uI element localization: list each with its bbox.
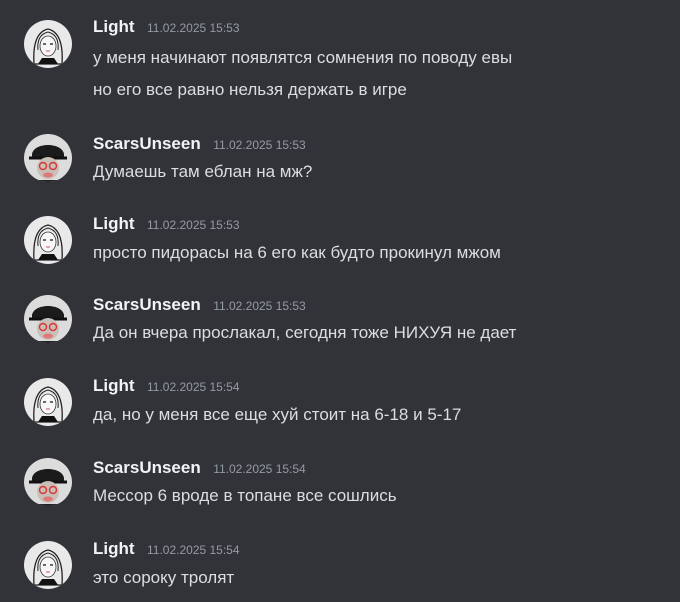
message-text: да, но у меня все еще хуй стоит на 6-18 … bbox=[93, 405, 462, 424]
timestamp: 11.02.2025 15:54 bbox=[147, 380, 240, 394]
light-avatar-icon bbox=[24, 378, 72, 426]
scarsunseen-avatar-icon bbox=[24, 295, 72, 343]
message-header: Light 11.02.2025 15:53 bbox=[93, 17, 240, 39]
username[interactable]: Light bbox=[93, 17, 135, 36]
username[interactable]: ScarsUnseen bbox=[93, 458, 201, 477]
username[interactable]: ScarsUnseen bbox=[93, 295, 201, 314]
message-text: это сороку тролят bbox=[93, 568, 235, 587]
scarsunseen-avatar-icon bbox=[24, 458, 72, 506]
message-header: ScarsUnseen 11.02.2025 15:54 bbox=[93, 458, 306, 480]
message-text: просто пидорасы на 6 его как будто проки… bbox=[93, 243, 501, 262]
message-header: Light 11.02.2025 15:53 bbox=[93, 214, 240, 236]
timestamp: 11.02.2025 15:54 bbox=[213, 462, 306, 476]
avatar[interactable] bbox=[24, 216, 72, 264]
message-text: но его все равно нельзя держать в игре bbox=[93, 80, 407, 99]
message-text: Да он вчера прослакал, сегодня тоже НИХУ… bbox=[93, 323, 517, 342]
light-avatar-icon bbox=[24, 20, 72, 68]
timestamp: 11.02.2025 15:54 bbox=[147, 543, 240, 557]
light-avatar-icon bbox=[24, 541, 72, 589]
avatar[interactable] bbox=[24, 295, 72, 343]
message-header: ScarsUnseen 11.02.2025 15:53 bbox=[93, 295, 306, 317]
avatar[interactable] bbox=[24, 458, 72, 506]
message-text: у меня начинают появлятся сомнения по по… bbox=[93, 48, 513, 67]
username[interactable]: ScarsUnseen bbox=[93, 134, 201, 153]
scarsunseen-avatar-icon bbox=[24, 134, 72, 182]
avatar[interactable] bbox=[24, 134, 72, 182]
avatar[interactable] bbox=[24, 378, 72, 426]
username[interactable]: Light bbox=[93, 214, 135, 233]
message-header: Light 11.02.2025 15:54 bbox=[93, 376, 240, 398]
timestamp: 11.02.2025 15:53 bbox=[147, 21, 240, 35]
timestamp: 11.02.2025 15:53 bbox=[213, 138, 306, 152]
light-avatar-icon bbox=[24, 216, 72, 264]
message-text: Думаешь там еблан на мж? bbox=[93, 162, 313, 181]
message-header: Light 11.02.2025 15:54 bbox=[93, 539, 240, 561]
timestamp: 11.02.2025 15:53 bbox=[213, 299, 306, 313]
avatar[interactable] bbox=[24, 541, 72, 589]
avatar[interactable] bbox=[24, 20, 72, 68]
username[interactable]: Light bbox=[93, 539, 135, 558]
message-header: ScarsUnseen 11.02.2025 15:53 bbox=[93, 134, 306, 156]
username[interactable]: Light bbox=[93, 376, 135, 395]
chat-messages: Light 11.02.2025 15:53 у меня начинают п… bbox=[0, 0, 680, 602]
timestamp: 11.02.2025 15:53 bbox=[147, 218, 240, 232]
message-text: Мессор 6 вроде в топане все сошлись bbox=[93, 486, 397, 505]
